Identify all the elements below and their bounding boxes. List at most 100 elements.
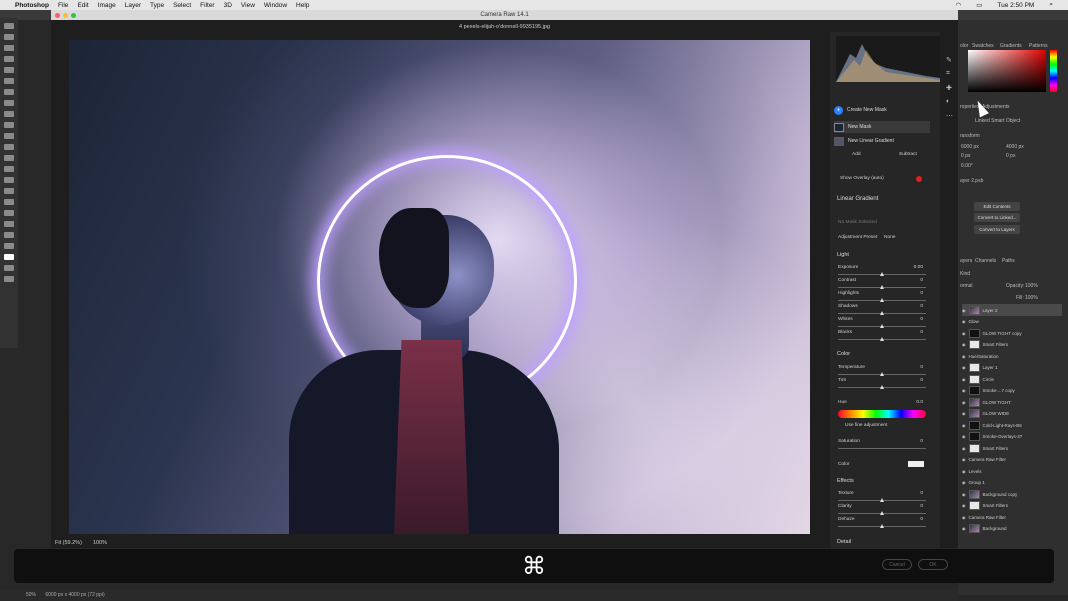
layer-row[interactable]: ◉ Smart Filters: [962, 442, 1062, 454]
effects-heading[interactable]: Effects: [837, 478, 854, 484]
layer-row[interactable]: ◉ Cold-Light-Rays-B5: [962, 419, 1062, 431]
layer-row[interactable]: ◉ Layer 2: [962, 304, 1062, 316]
mask-linear-gradient[interactable]: New Linear Gradient: [834, 135, 930, 147]
create-new-mask[interactable]: + Create New Mask: [834, 104, 930, 116]
light-value[interactable]: 0: [905, 330, 923, 335]
app-menu[interactable]: Photoshop: [15, 2, 49, 9]
visibility-eye-icon[interactable]: ◉: [962, 423, 966, 428]
layer-row[interactable]: ◉ Glow: [962, 316, 1062, 328]
light-value[interactable]: 0: [905, 291, 923, 296]
visibility-eye-icon[interactable]: ◉: [962, 480, 966, 485]
hand-tool-icon[interactable]: [4, 232, 14, 238]
x-field[interactable]: 0 px: [961, 153, 970, 159]
eyedropper-tool-icon[interactable]: [4, 89, 14, 95]
menu-help[interactable]: Help: [296, 2, 309, 9]
path-select-tool-icon[interactable]: [4, 210, 14, 216]
pen-tool-icon[interactable]: [4, 188, 14, 194]
light-heading[interactable]: Light: [837, 252, 849, 258]
convert-to-layers-button[interactable]: Convert to Layers: [974, 225, 1020, 234]
color-swatch[interactable]: [908, 461, 924, 467]
foreground-color-swatch[interactable]: [4, 254, 14, 260]
add-button[interactable]: Add: [852, 152, 861, 157]
visibility-eye-icon[interactable]: ◉: [962, 411, 966, 416]
show-overlay-checkbox[interactable]: Show Overlay (auto): [840, 176, 884, 181]
layer-row[interactable]: ◉ Layer 1: [962, 362, 1062, 374]
blend-mode-select[interactable]: ormal: [960, 283, 973, 289]
minimize-window-icon[interactable]: [63, 12, 68, 18]
eraser-tool-icon[interactable]: [4, 144, 14, 150]
layer-row[interactable]: ◉ Hue/Saturation: [962, 350, 1062, 362]
layer-filter-kind[interactable]: Kind: [960, 271, 970, 277]
quick-select-tool-icon[interactable]: [4, 56, 14, 62]
status-zoom[interactable]: 50%: [26, 592, 36, 598]
detail-heading[interactable]: Detail: [837, 539, 851, 545]
hue-slider[interactable]: [838, 410, 926, 418]
visibility-eye-icon[interactable]: ◉: [962, 503, 966, 508]
layer-row[interactable]: ◉ Smoke....7 copy: [962, 385, 1062, 397]
crop-icon[interactable]: ⌗: [946, 70, 950, 78]
fine-adjustment-checkbox[interactable]: Use fine adjustment: [845, 423, 887, 428]
frame-tool-icon[interactable]: [4, 78, 14, 84]
layer-row[interactable]: ◉ Camera Raw Filter: [962, 511, 1062, 523]
cancel-button[interactable]: Cancel: [882, 559, 912, 570]
tab-patterns[interactable]: Patterns: [1029, 43, 1048, 49]
quick-mask-icon[interactable]: [4, 265, 14, 271]
color-heading[interactable]: Color: [837, 351, 850, 357]
visibility-eye-icon[interactable]: ◉: [962, 446, 966, 451]
menu-layer[interactable]: Layer: [125, 2, 141, 9]
visibility-eye-icon[interactable]: ◉: [962, 388, 966, 393]
tab-swatches[interactable]: Swatches: [972, 43, 994, 49]
wifi-icon[interactable]: ◠: [956, 1, 962, 9]
layer-row[interactable]: ◉ Levels: [962, 465, 1062, 477]
light-value[interactable]: 0: [905, 317, 923, 322]
width-field[interactable]: 6000 px: [961, 144, 979, 150]
fill-field[interactable]: 100%: [1025, 295, 1038, 301]
light-value[interactable]: 0: [905, 278, 923, 283]
color-value[interactable]: 0: [905, 378, 923, 383]
layer-row[interactable]: ◉ Camera Raw Filter: [962, 454, 1062, 466]
edit-contents-button[interactable]: Edit Contents: [974, 202, 1020, 211]
screen-mode-icon[interactable]: [4, 276, 14, 282]
tab-color[interactable]: olor: [960, 43, 968, 49]
gradient-tool-icon[interactable]: [4, 155, 14, 161]
visibility-eye-icon[interactable]: ◉: [962, 400, 966, 405]
layer-row[interactable]: ◉ Group 1: [962, 477, 1062, 489]
menu-window[interactable]: Window: [264, 2, 287, 9]
close-window-icon[interactable]: [55, 12, 60, 18]
fit-zoom-button[interactable]: Fit (59.2%): [55, 540, 82, 546]
light-value[interactable]: 0.00: [905, 265, 923, 270]
visibility-eye-icon[interactable]: ◉: [962, 377, 966, 382]
menu-filter[interactable]: Filter: [200, 2, 214, 9]
tab-channels[interactable]: Channels: [975, 258, 996, 264]
layer-row[interactable]: ◉ Circle: [962, 373, 1062, 385]
marquee-tool-icon[interactable]: [4, 34, 14, 40]
layer-row[interactable]: ◉ GLOW WIDE: [962, 408, 1062, 420]
layer-row[interactable]: ◉ Smoke-Overlays-37: [962, 431, 1062, 443]
healing-tool-icon[interactable]: [4, 100, 14, 106]
menu-edit[interactable]: Edit: [77, 2, 88, 9]
visibility-eye-icon[interactable]: ◉: [962, 434, 966, 439]
adjustment-preset-select[interactable]: None: [884, 235, 895, 240]
subtract-button[interactable]: Subtract: [899, 152, 917, 157]
brush-tool-icon[interactable]: [4, 111, 14, 117]
menu-view[interactable]: View: [241, 2, 255, 9]
visibility-eye-icon[interactable]: ◉: [962, 319, 966, 324]
hue-value[interactable]: 0.0: [905, 400, 923, 405]
light-value[interactable]: 0: [905, 304, 923, 309]
visibility-eye-icon[interactable]: ◉: [962, 308, 966, 313]
visibility-eye-icon[interactable]: ◉: [962, 515, 966, 520]
blur-tool-icon[interactable]: [4, 166, 14, 172]
opacity-field[interactable]: 100%: [1025, 283, 1038, 289]
clone-stamp-tool-icon[interactable]: [4, 122, 14, 128]
saturation-slider[interactable]: [838, 448, 926, 449]
shape-tool-icon[interactable]: [4, 221, 14, 227]
tab-paths[interactable]: Paths: [1002, 258, 1015, 264]
layer-row[interactable]: ◉ Smart Filters: [962, 500, 1062, 512]
visibility-eye-icon[interactable]: ◉: [962, 354, 966, 359]
lasso-tool-icon[interactable]: [4, 45, 14, 51]
dodge-tool-icon[interactable]: [4, 177, 14, 183]
move-tool-icon[interactable]: [4, 23, 14, 29]
color-value[interactable]: 0: [905, 365, 923, 370]
angle-field[interactable]: 0.00°: [961, 163, 973, 169]
visibility-eye-icon[interactable]: ◉: [962, 365, 966, 370]
